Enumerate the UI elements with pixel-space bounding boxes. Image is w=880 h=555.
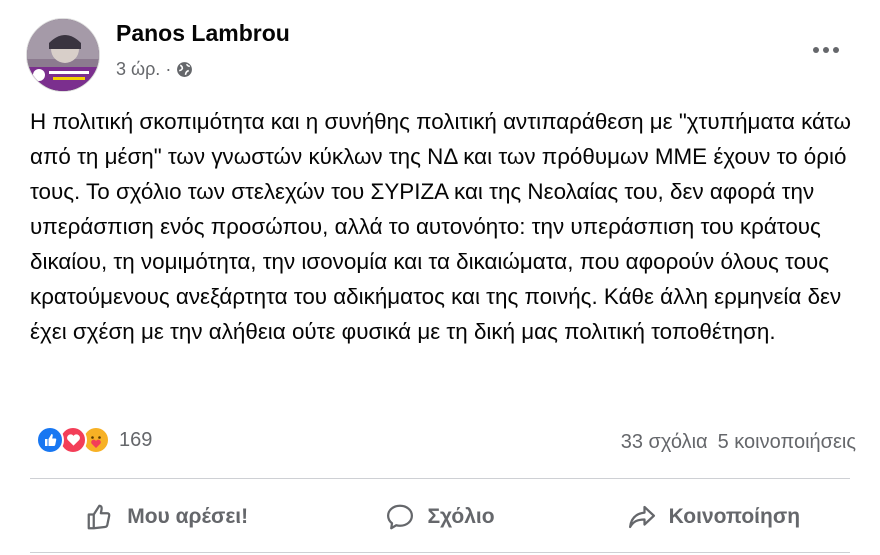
shares-count-link[interactable]: 5 κοινοποιήσεις	[718, 431, 856, 454]
share-button[interactable]: Κοινοποίηση	[577, 489, 850, 545]
post-meta: 3 ώρ. ·	[116, 59, 193, 80]
globe-icon[interactable]	[176, 61, 193, 78]
like-button[interactable]: Μου αρέσει!	[30, 489, 303, 545]
comment-icon	[387, 504, 414, 530]
post-card: Panos Lambrou 3 ώρ. · Η πολιτική σκοπιμό…	[0, 0, 880, 555]
post-timestamp[interactable]: 3 ώρ.	[116, 59, 160, 80]
post-body-text: Η πολιτική σκοπιμότητα και η συνήθης πολ…	[30, 109, 851, 344]
author-avatar[interactable]	[26, 18, 100, 92]
author-name[interactable]: Panos Lambrou	[116, 20, 290, 47]
share-button-label: Κοινοποίηση	[668, 505, 801, 528]
reaction-count: 169	[119, 428, 153, 451]
reactions-summary[interactable]: 169	[36, 426, 152, 454]
divider	[30, 552, 850, 553]
like-button-label: Μου αρέσει!	[127, 505, 249, 528]
share-arrow-icon	[628, 505, 655, 529]
like-reaction-icon	[36, 426, 64, 454]
avatar-image	[27, 19, 99, 91]
comment-button[interactable]: Σχόλιο	[303, 489, 576, 545]
comment-button-label: Σχόλιο	[427, 505, 495, 528]
divider	[30, 478, 850, 479]
meta-separator: ·	[165, 59, 172, 79]
comments-count-link[interactable]: 33 σχόλια	[621, 431, 708, 454]
more-options-icon[interactable]	[806, 38, 846, 62]
engagement-stats: 33 σχόλια 5 κοινοποιήσεις	[621, 431, 856, 454]
action-bar: Μου αρέσει! Σχόλιο Κοινοποίηση	[30, 489, 850, 545]
thumbs-up-icon	[87, 504, 111, 530]
